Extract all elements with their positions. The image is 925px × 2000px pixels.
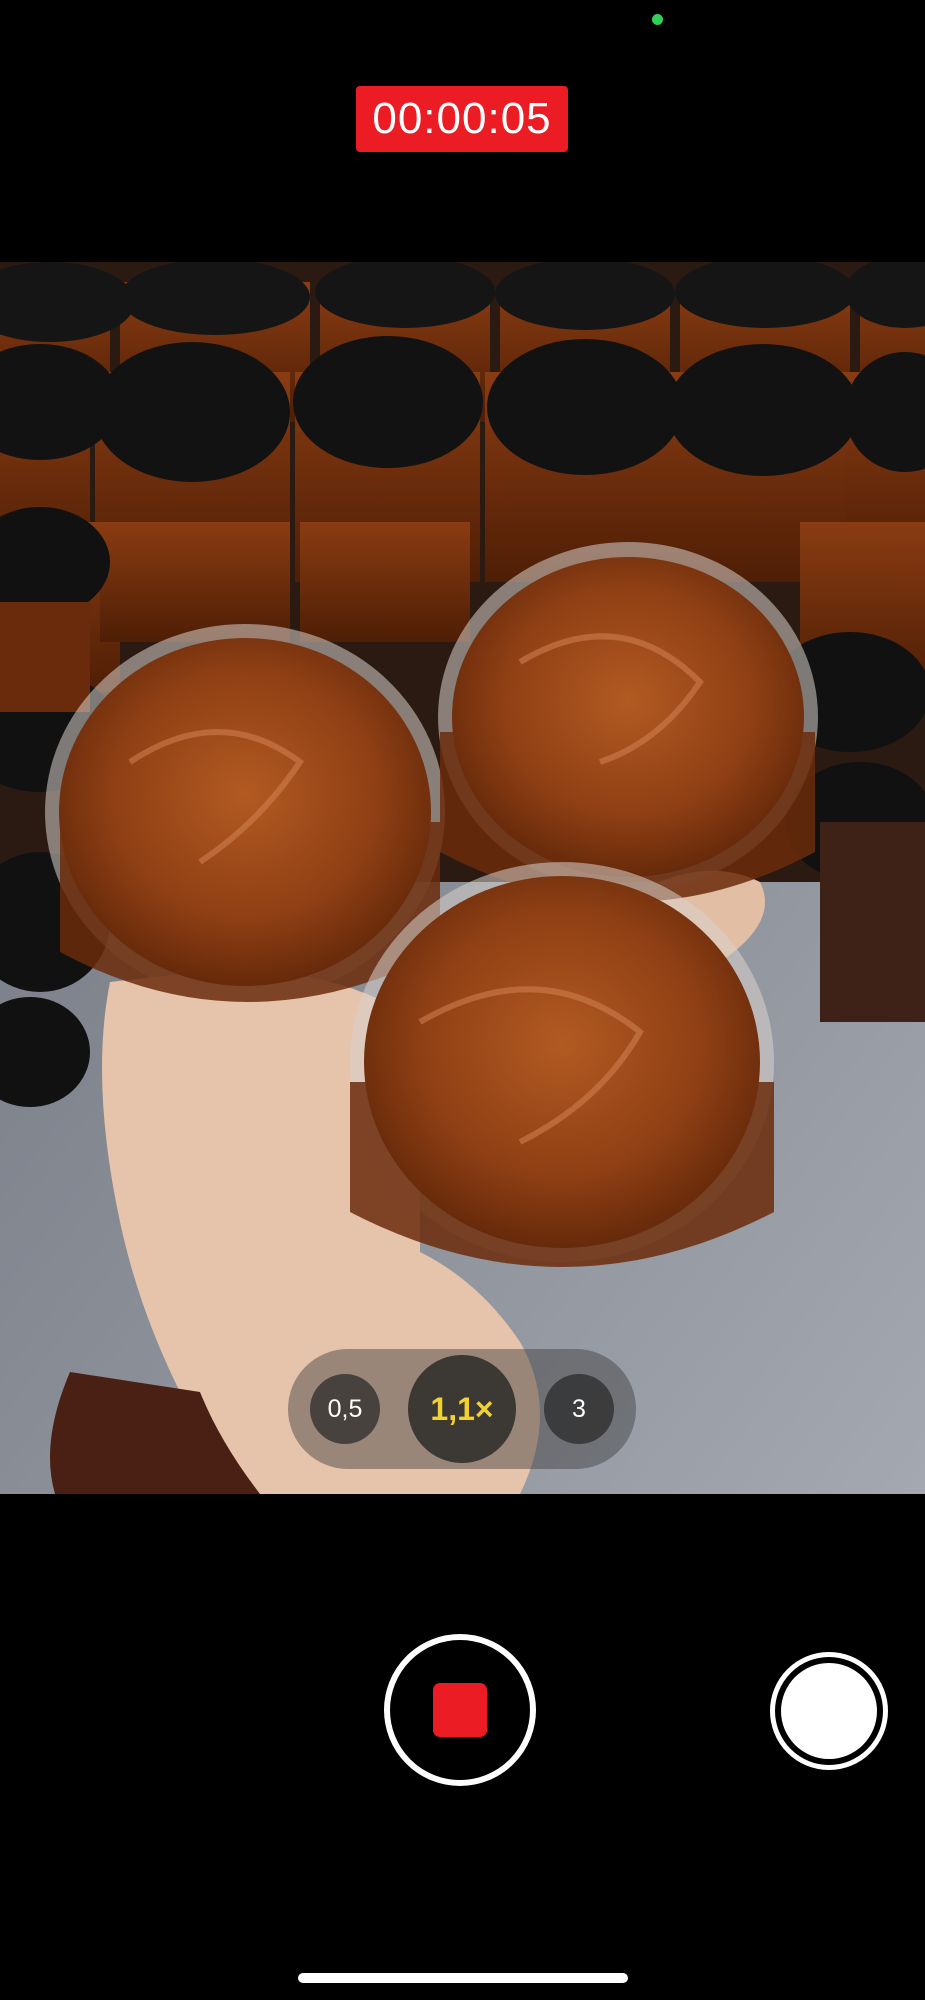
- zoom-option-0-5[interactable]: 0,5: [310, 1374, 380, 1444]
- snapshot-button[interactable]: [770, 1652, 888, 1770]
- stop-square-icon: [433, 1683, 487, 1737]
- zoom-option-1-1[interactable]: 1,1×: [408, 1355, 516, 1463]
- jar-bottom-center: [350, 862, 774, 1267]
- shutter-icon: [781, 1663, 877, 1759]
- stop-recording-button[interactable]: [384, 1634, 536, 1786]
- camera-in-use-dot: [652, 14, 663, 25]
- zoom-selector: 0,5 1,1× 3: [288, 1349, 636, 1469]
- home-indicator[interactable]: [298, 1973, 628, 1983]
- zoom-option-3[interactable]: 3: [544, 1374, 614, 1444]
- recording-timer: 00:00:05: [356, 86, 568, 152]
- viewfinder-scene: [0, 262, 925, 1494]
- viewfinder[interactable]: 0,5 1,1× 3: [0, 262, 925, 1494]
- jar-left: [45, 624, 445, 1002]
- jar-top-right: [438, 542, 818, 902]
